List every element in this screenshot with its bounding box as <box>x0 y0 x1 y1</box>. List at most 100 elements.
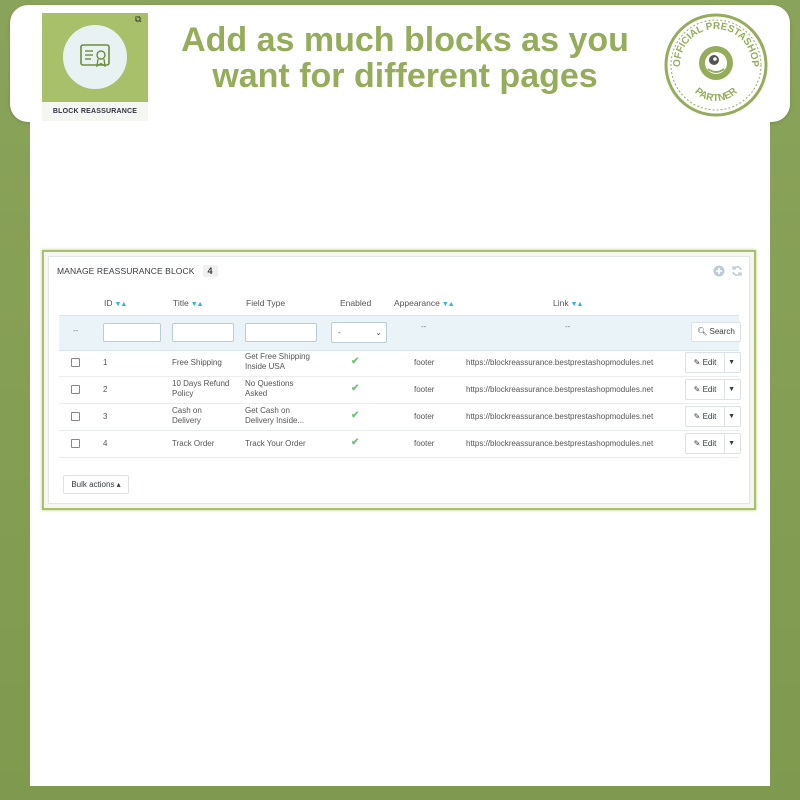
caret-down-icon[interactable]: ▼ <box>728 380 735 399</box>
sort-icon[interactable]: ▼▲ <box>115 301 128 308</box>
headline-line-1: Add as much blocks as you <box>181 21 629 59</box>
filter-title-input[interactable] <box>172 323 234 342</box>
edit-label: Edit <box>702 439 717 448</box>
cell-link: https://blockreassurance.bestprestashopm… <box>466 358 654 367</box>
header-banner: ⧉ BLOCK REASSURANCE Add as much blocks a… <box>10 5 790 122</box>
certificate-icon <box>80 44 110 68</box>
filter-enabled-select[interactable]: - ⌄ <box>331 322 387 343</box>
col-header-title[interactable]: Title ▼▲ <box>173 298 204 308</box>
col-header-link-label: Link <box>553 298 569 308</box>
col-header-id[interactable]: ID ▼▲ <box>104 298 128 308</box>
logo-label: BLOCK REASSURANCE <box>42 102 148 121</box>
cell-title-line: Cash on <box>172 406 202 415</box>
search-button-label: Search <box>709 327 735 336</box>
cell-title-line: 10 Days Refund <box>172 379 230 388</box>
col-header-appearance[interactable]: Appearance ▼▲ <box>394 298 455 308</box>
caret-down-icon[interactable]: ▼ <box>728 353 735 372</box>
row-actions: ✎ Edit ▼ <box>685 406 741 427</box>
cell-field-line: Asked <box>245 389 268 398</box>
row-actions: ✎ Edit ▼ <box>685 379 741 400</box>
edit-button[interactable]: ✎ Edit <box>686 434 725 453</box>
edit-button[interactable]: ✎ Edit <box>686 407 725 426</box>
row-checkbox[interactable] <box>71 358 80 367</box>
caret-down-icon[interactable]: ▼ <box>728 407 735 426</box>
col-header-enabled: Enabled <box>340 298 372 308</box>
col-header-link[interactable]: Link ▼▲ <box>553 298 584 308</box>
module-logo: ⧉ BLOCK REASSURANCE <box>42 13 148 121</box>
cell-link: https://blockreassurance.bestprestashopm… <box>466 412 654 421</box>
filter-dash: -- <box>73 326 79 335</box>
edit-label: Edit <box>702 358 717 367</box>
row-checkbox[interactable] <box>71 412 80 421</box>
cell-title-line: Delivery <box>172 416 201 425</box>
cell-id: 4 <box>103 439 108 448</box>
row-checkbox[interactable] <box>71 385 80 394</box>
edit-button[interactable]: ✎ Edit <box>686 353 725 372</box>
filter-enabled-value: - <box>338 328 341 337</box>
filter-field-type-input[interactable] <box>245 323 317 342</box>
col-header-title-label: Title <box>173 298 189 308</box>
refresh-icon[interactable] <box>731 264 743 276</box>
cell-appearance: footer <box>414 358 435 367</box>
cell-link: https://blockreassurance.bestprestashopm… <box>466 385 654 394</box>
prestashop-partner-badge: OFFICIAL PRESTASHOP PARTNER <box>664 13 768 117</box>
cell-appearance: footer <box>414 439 435 448</box>
cell-title: 10 Days Refund Policy <box>172 379 229 399</box>
table-row[interactable]: 3 Cash on Delivery Get Cash on Delivery In… <box>59 403 741 431</box>
card-body: MANAGE REASSURANCE BLOCK 4 ID ▼▲ Title ▼▲ … <box>48 256 750 504</box>
card-title: MANAGE REASSURANCE BLOCK 4 <box>57 265 218 277</box>
pencil-icon: ✎ <box>693 412 701 421</box>
pencil-icon: ✎ <box>693 439 701 448</box>
cell-link: https://blockreassurance.bestprestashopm… <box>466 439 654 448</box>
row-actions: ✎ Edit ▼ <box>685 433 741 454</box>
corner-icon: ⧉ <box>135 15 142 25</box>
cell-title: Cash on Delivery <box>172 406 202 426</box>
plus-circle-icon[interactable] <box>713 264 725 277</box>
sort-icon[interactable]: ▼▲ <box>191 301 204 308</box>
cell-field-line: Inside USA <box>245 362 286 371</box>
record-count-badge: 4 <box>202 265 218 277</box>
table-row[interactable]: 2 10 Days Refund Policy No Questions Asked… <box>59 376 741 404</box>
filter-id-input[interactable] <box>103 323 161 342</box>
cell-field-type: No Questions Asked <box>245 379 293 399</box>
filter-dash: -- <box>421 322 427 331</box>
pencil-icon: ✎ <box>693 358 701 367</box>
check-icon[interactable]: ✔ <box>351 356 359 367</box>
table-row[interactable]: 4 Track Order Track Your Order ✔ footer … <box>59 430 741 458</box>
cell-title-line: Policy <box>172 389 194 398</box>
search-icon: 🔍︎ <box>697 327 708 336</box>
row-checkbox[interactable] <box>71 439 80 448</box>
check-icon[interactable]: ✔ <box>351 410 359 421</box>
cell-field-type: Get Cash on Delivery Inside... <box>245 406 304 426</box>
filter-dash: -- <box>565 322 571 331</box>
logo-circle <box>63 25 127 89</box>
bulk-actions-button[interactable]: Bulk actions ▴ <box>63 475 129 494</box>
cell-field-line: Get Cash on <box>245 406 290 415</box>
cell-title: Track Order <box>172 439 215 448</box>
col-header-field-type: Field Type <box>246 298 286 308</box>
edit-button[interactable]: ✎ Edit <box>686 380 725 399</box>
filter-row: -- - ⌄ -- -- 🔍︎ Search <box>59 315 741 351</box>
cell-id: 1 <box>103 358 108 367</box>
edit-label: Edit <box>702 385 717 394</box>
caret-down-icon[interactable]: ▼ <box>728 434 735 453</box>
manage-reassurance-card: MANAGE REASSURANCE BLOCK 4 ID ▼▲ Title ▼▲ … <box>42 250 756 510</box>
edit-label: Edit <box>702 412 717 421</box>
cell-field-line: No Questions <box>245 379 294 388</box>
cell-title: Free Shipping <box>172 353 222 368</box>
card-toolbar <box>713 264 743 277</box>
table-row[interactable]: 1 Free Shipping Get Free Shipping Inside … <box>59 349 741 377</box>
check-icon[interactable]: ✔ <box>351 383 359 394</box>
check-icon[interactable]: ✔ <box>351 437 359 448</box>
card-title-text: MANAGE REASSURANCE BLOCK <box>57 266 195 276</box>
search-button[interactable]: 🔍︎ Search <box>691 322 741 342</box>
cell-id: 2 <box>103 385 108 394</box>
chevron-down-icon: ⌄ <box>375 328 382 337</box>
sort-icon[interactable]: ▼▲ <box>571 301 584 308</box>
row-actions: ✎ Edit ▼ <box>685 352 741 373</box>
sort-icon[interactable]: ▼▲ <box>442 301 455 308</box>
col-header-id-label: ID <box>104 298 113 308</box>
cell-field-line: Get Free Shipping <box>245 352 310 361</box>
cell-field-type: Track Your Order <box>245 439 306 448</box>
headline: Add as much blocks as you want for diffe… <box>160 22 650 94</box>
